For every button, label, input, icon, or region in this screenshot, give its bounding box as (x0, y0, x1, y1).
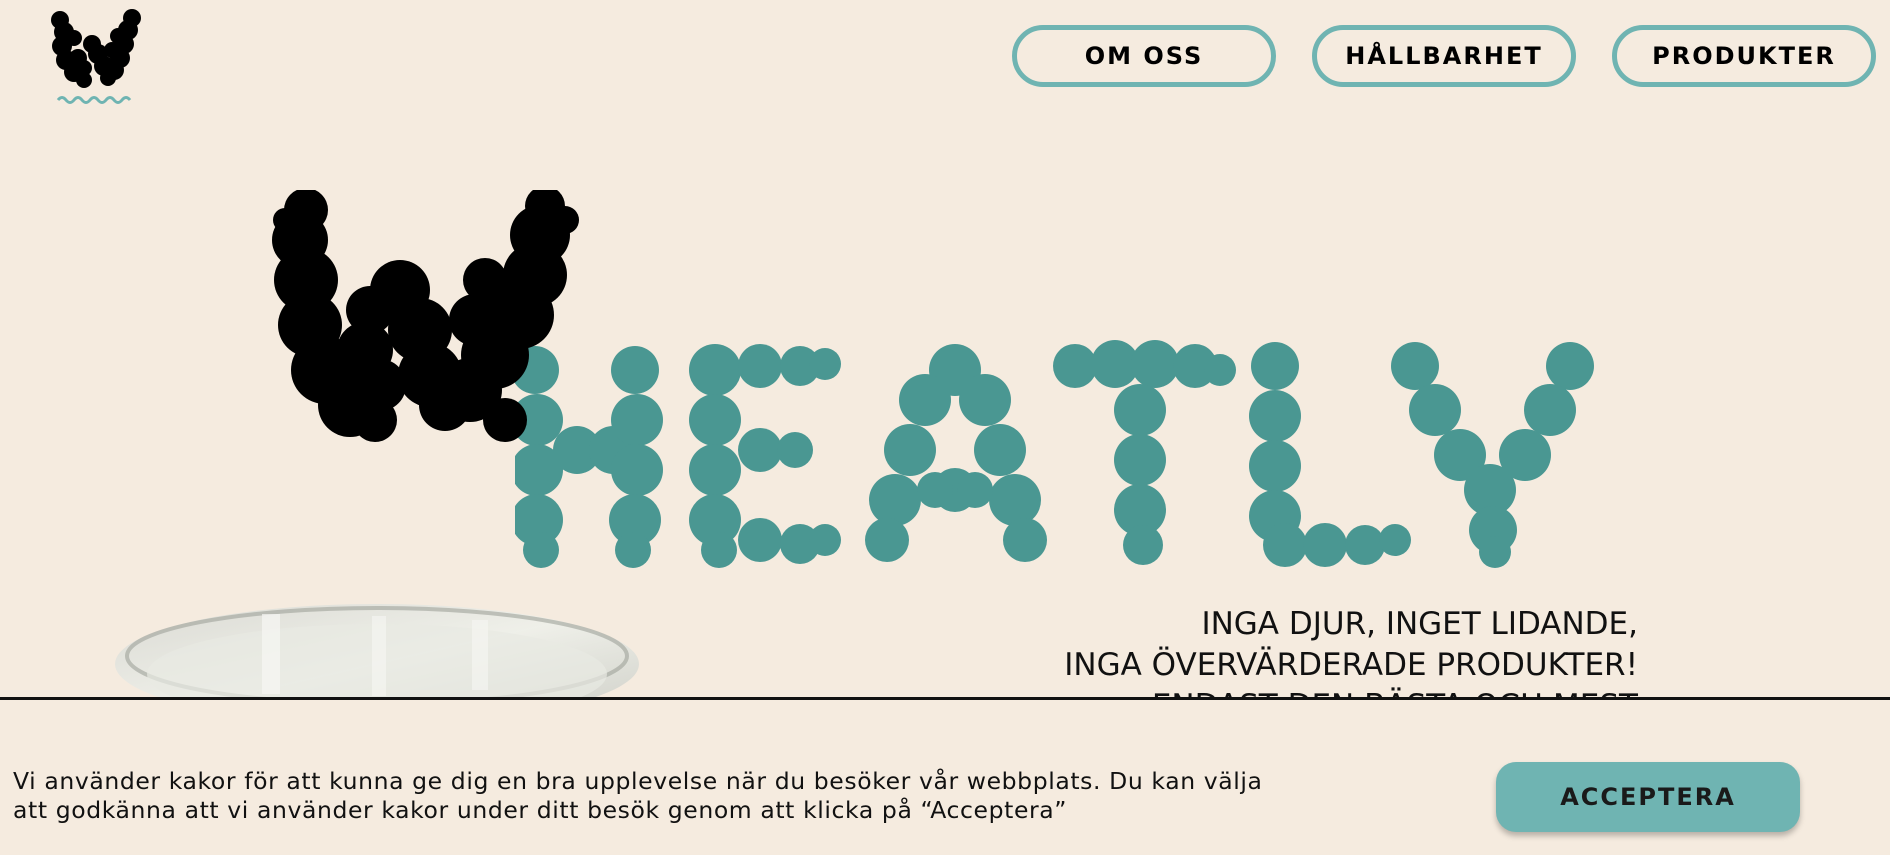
cookie-message-line-1: Vi använder kakor för att kunna ge dig e… (13, 767, 1263, 795)
hero-wordmark (270, 190, 1600, 568)
accept-cookies-button[interactable]: ACCEPTERA (1496, 762, 1800, 832)
cookie-message-line-2: att godkänna att vi använder kakor under… (13, 796, 1068, 824)
nav-om-oss-button[interactable]: OM OSS (1012, 25, 1276, 87)
tagline-line-1: INGA DJUR, INGET LIDANDE, (1201, 606, 1638, 642)
nav-hallbarhet-button[interactable]: HÅLLBARHET (1312, 25, 1576, 87)
cookie-banner: Vi använder kakor för att kunna ge dig e… (0, 697, 1890, 855)
hero-heatly-letters (515, 340, 1594, 568)
hero-w-letter (272, 190, 579, 442)
cookie-message: Vi använder kakor för att kunna ge dig e… (13, 767, 1353, 825)
tagline-line-2: INGA ÖVERVÄRDERADE PRODUKTER! (1064, 647, 1638, 683)
nav-produkter-button[interactable]: PRODUKTER (1612, 25, 1876, 87)
site-logo[interactable] (48, 6, 152, 110)
